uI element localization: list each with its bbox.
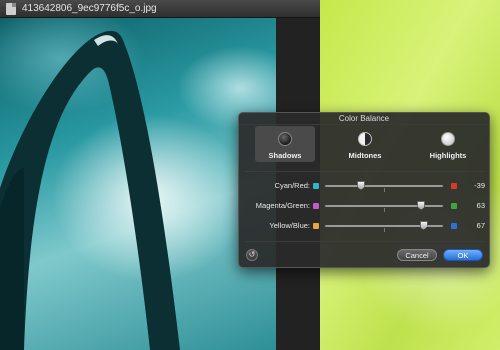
color-balance-dialog: Color Balance Shadows Midtones Highlight…: [238, 112, 490, 268]
shadows-icon: [278, 132, 292, 146]
window-titlebar: 413642806_9ec9776f5c_o.jpg: [0, 0, 320, 18]
slider-thumb[interactable]: [356, 181, 365, 190]
mode-label: Shadows: [268, 151, 302, 160]
document-icon: [6, 2, 16, 15]
slider-cyan-red: Cyan/Red: -39: [239, 180, 491, 192]
midtones-icon: [358, 132, 372, 146]
red-swatch: [451, 183, 457, 189]
window-title: 413642806_9ec9776f5c_o.jpg: [22, 3, 157, 14]
magenta-swatch: [313, 203, 319, 209]
slider-track[interactable]: [325, 181, 443, 192]
slider-thumb[interactable]: [417, 201, 426, 210]
highlights-icon: [441, 132, 455, 146]
slider-value: 63: [476, 201, 485, 210]
mode-label: Highlights: [429, 151, 467, 160]
cyan-swatch: [313, 183, 319, 189]
slider-label: Cyan/Red:: [274, 181, 310, 190]
mode-label: Midtones: [348, 151, 382, 160]
slider-label: Yellow/Blue:: [269, 221, 310, 230]
yellow-swatch: [313, 223, 319, 229]
divider: [245, 241, 485, 242]
slider-track[interactable]: [325, 201, 443, 212]
slider-value: 67: [476, 221, 485, 230]
slider-magenta-green: Magenta/Green: 63: [239, 200, 491, 212]
cancel-button[interactable]: Cancel: [397, 249, 437, 261]
blue-swatch: [451, 223, 457, 229]
center-tick: [384, 208, 385, 212]
slider-yellow-blue: Yellow/Blue: 67: [239, 220, 491, 232]
green-swatch: [451, 203, 457, 209]
divider: [245, 171, 485, 172]
slider-value: -39: [474, 181, 485, 190]
slider-label: Magenta/Green:: [255, 201, 310, 210]
dialog-title: Color Balance: [239, 113, 489, 125]
slider-track[interactable]: [325, 221, 443, 232]
mode-highlights[interactable]: Highlights: [418, 126, 478, 162]
reset-button[interactable]: ↺: [246, 249, 258, 261]
center-tick: [384, 188, 385, 192]
center-tick: [384, 228, 385, 232]
mode-shadows[interactable]: Shadows: [255, 126, 315, 162]
reset-icon: ↺: [248, 250, 256, 259]
photo-image: [0, 18, 276, 350]
slider-thumb[interactable]: [419, 221, 428, 230]
mode-midtones[interactable]: Midtones: [335, 126, 395, 162]
mode-selector: Shadows Midtones Highlights: [239, 126, 491, 166]
ok-button[interactable]: OK: [443, 249, 483, 261]
arch-graphic: [0, 31, 180, 350]
